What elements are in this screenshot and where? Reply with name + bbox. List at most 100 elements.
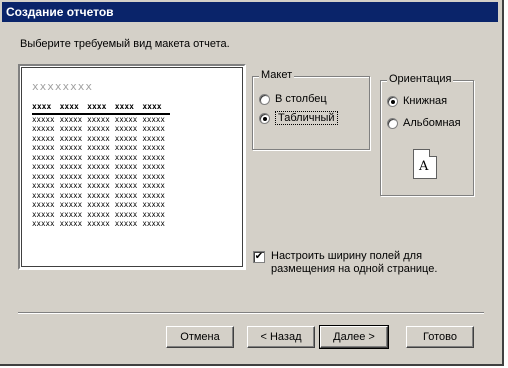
fit-width-checkbox[interactable]: ✔ Настроить ширину полей для размещения …	[253, 250, 461, 276]
preview-cell: xxxxx	[142, 133, 165, 143]
preview-cell: xxxxx	[59, 114, 83, 124]
cancel-button[interactable]: Отмена	[166, 326, 234, 348]
report-wizard-window: Создание отчетов Выберите требуемый вид …	[0, 0, 504, 366]
preview-cell: xxxxx	[142, 209, 165, 219]
preview-cell: xxxxx	[114, 190, 138, 200]
preview-cell: xxxxx	[142, 114, 165, 124]
preview-row: xxxxx xxxxx xxxxx xxxxx xxxxx	[32, 181, 170, 191]
preview-cell: xxxxx	[32, 209, 55, 219]
radio-portrait[interactable]: Книжная	[387, 95, 447, 107]
preview-cell: xxxxx	[114, 133, 138, 143]
preview-row: xxxxx xxxxx xxxxx xxxxx xxxxx	[32, 143, 170, 153]
preview-cell: xxxxx	[32, 124, 55, 133]
preview-cell: xxxxx	[32, 200, 55, 209]
next-button[interactable]: Далее >	[319, 325, 389, 349]
preview-header-cell: xxxx	[87, 102, 115, 115]
preview-cell: xxxxx	[32, 133, 55, 143]
button-separator	[18, 312, 484, 314]
preview-row: xxxxx xxxxx xxxxx xxxxx xxxxx	[32, 191, 170, 201]
fit-width-checkbox-box[interactable]: ✔	[253, 251, 265, 263]
preview-cell: xxxxx	[142, 124, 165, 133]
preview-header-cell: xxxx	[59, 102, 88, 115]
preview-row: xxxxx xxxxx xxxxx xxxxx xxxxx	[32, 219, 170, 229]
preview-cell: xxxxx	[32, 152, 55, 162]
preview-table: xxxx xxxx xxxx xxxx xxxx xxxxx xxxxx xxxxx xxxxx…	[32, 102, 170, 229]
radio-columnar-indicator[interactable]	[259, 93, 270, 105]
instruction-text: Выберите требуемый вид макета отчета.	[20, 38, 230, 50]
radio-tabular-indicator[interactable]	[259, 112, 270, 124]
radio-columnar[interactable]: В столбец	[259, 93, 327, 105]
preview-cell: xxxxx	[87, 209, 110, 219]
preview-cell: xxxxx	[114, 152, 138, 162]
preview-row: xxxxx xxxxx xxxxx xxxxx xxxxx	[32, 162, 170, 172]
radio-landscape-indicator[interactable]	[387, 117, 398, 129]
preview-row: xxxxx xxxxx xxxxx xxxxx xxxxx	[32, 210, 170, 220]
preview-cell: xxxxx	[114, 114, 138, 124]
preview-cell: xxxxx	[87, 219, 110, 228]
preview-cell: xxxxx	[59, 190, 83, 200]
preview-cell: xxxxx	[87, 133, 110, 143]
orientation-group: Ориентация Книжная Альбомная A	[380, 73, 474, 196]
preview-cell: xxxxx	[32, 162, 55, 171]
preview-cell: xxxxx	[87, 124, 110, 133]
preview-row: xxxxx xxxxx xxxxx xxxxx xxxxx	[32, 153, 170, 163]
preview-header-row: xxxx xxxx xxxx xxxx xxxx	[32, 102, 170, 115]
preview-row: xxxxx xxxxx xxxxx xxxxx xxxxx	[32, 134, 170, 144]
radio-landscape[interactable]: Альбомная	[387, 117, 461, 129]
preview-cell: xxxxx	[59, 143, 83, 152]
radio-portrait-indicator[interactable]	[387, 95, 398, 107]
page-letter: A	[419, 159, 429, 174]
preview-cell: xxxxx	[32, 114, 55, 124]
preview-cell: xxxxx	[142, 162, 165, 171]
preview-row: xxxxx xxxxx xxxxx xxxxx xxxxx	[32, 200, 170, 210]
window-title: Создание отчетов	[2, 2, 498, 22]
preview-cell: xxxxx	[87, 114, 110, 124]
preview-cell: xxxxx	[87, 143, 110, 152]
preview-cell: xxxxx	[59, 124, 83, 133]
preview-row: xxxxx xxxxx xxxxx xxxxx xxxxx	[32, 124, 170, 134]
preview-cell: xxxxx	[142, 181, 165, 190]
preview-cell: xxxxx	[59, 133, 83, 143]
preview-row: xxxxx xxxxx xxxxx xxxxx xxxxx	[32, 114, 170, 125]
preview-cell: xxxxx	[114, 162, 138, 171]
preview-cell: xxxxx	[142, 171, 165, 181]
finish-button[interactable]: Готово	[406, 326, 474, 348]
preview-cell: xxxxx	[114, 124, 138, 133]
preview-cell: xxxxx	[87, 200, 110, 209]
preview-cell: xxxxx	[114, 143, 138, 152]
radio-tabular-label: Табличный	[275, 111, 338, 125]
preview-cell: xxxxx	[59, 171, 83, 181]
preview-cell: xxxxx	[32, 171, 55, 181]
layout-group-label: Макет	[259, 69, 295, 81]
preview-cell: xxxxx	[32, 190, 55, 200]
preview-cell: xxxxx	[87, 162, 110, 171]
preview-cell: xxxxx	[32, 181, 55, 190]
preview-cell: xxxxx	[114, 219, 138, 228]
preview-cell: xxxxx	[142, 152, 165, 162]
orientation-group-label: Ориентация	[387, 73, 454, 85]
preview-header-cell: xxxx	[32, 102, 60, 115]
back-button[interactable]: < Назад	[247, 326, 315, 348]
preview-cell: xxxxx	[114, 181, 138, 190]
preview-cell: xxxxx	[87, 171, 110, 181]
preview-cell: xxxxx	[32, 143, 55, 152]
preview-cell: xxxxx	[59, 200, 83, 209]
preview-cell: xxxxx	[142, 219, 165, 228]
radio-columnar-label: В столбец	[275, 93, 327, 105]
radio-portrait-label: Книжная	[403, 95, 448, 107]
radio-landscape-label: Альбомная	[403, 117, 461, 129]
preview-cell: xxxxx	[142, 190, 165, 200]
preview-header-cell: xxxx	[114, 102, 143, 115]
preview-cell: xxxxx	[87, 181, 110, 190]
preview-cell: xxxxx	[59, 181, 83, 190]
preview-cell: xxxxx	[114, 171, 138, 181]
preview-cell: xxxxx	[142, 143, 165, 152]
preview-cell: xxxxx	[114, 209, 138, 219]
preview-header-cell: xxxx	[142, 102, 170, 115]
preview-cell: xxxxx	[59, 219, 83, 228]
radio-tabular[interactable]: Табличный	[259, 111, 338, 125]
preview-cell: xxxxx	[59, 209, 83, 219]
layout-group: Макет В столбец Табличный	[252, 69, 370, 150]
layout-preview: xxxxxxxx xxxx xxxx xxxx xxxx xxxx xxxxx xxxxx x…	[18, 64, 246, 270]
preview-cell: xxxxx	[142, 200, 165, 209]
